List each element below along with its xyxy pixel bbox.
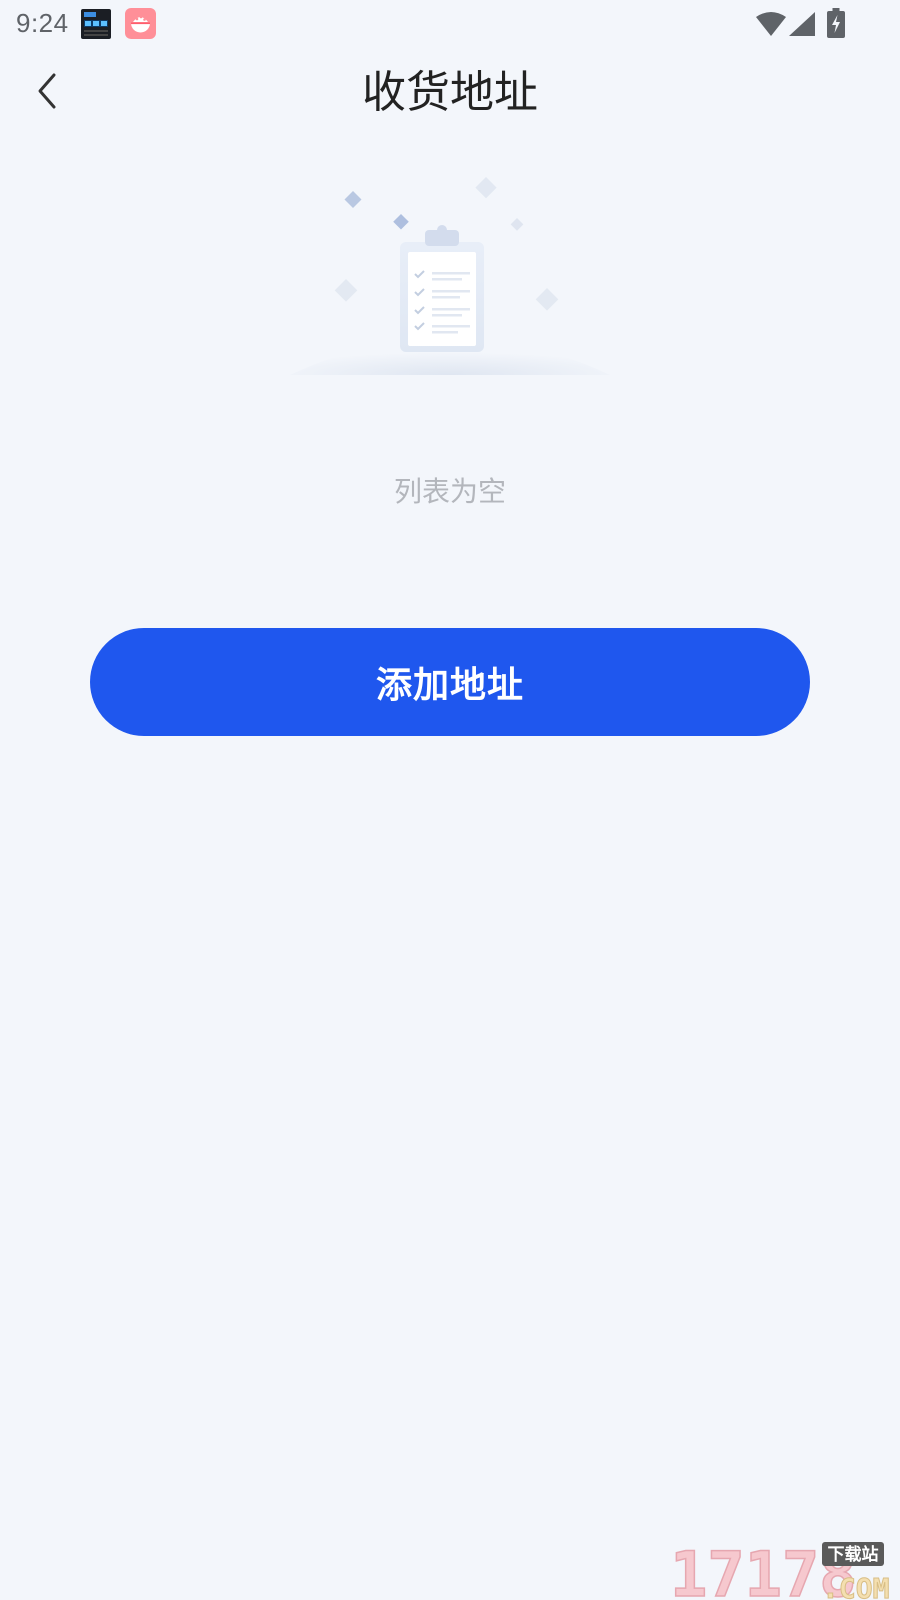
wifi-icon [756, 12, 786, 36]
sparkle-diamond [510, 218, 524, 231]
rice-bowl-app-icon [125, 8, 156, 39]
site-watermark-logo: 17178 下载站 .COM [672, 1538, 890, 1600]
battery-charging-icon [827, 8, 845, 38]
status-time: 9:24 [16, 8, 69, 38]
sparkle-diamond [393, 214, 409, 230]
sparkle-diamond [344, 191, 362, 208]
watermark-domain: .COM [822, 1572, 889, 1600]
clipboard-checklist-illustration [290, 177, 610, 375]
add-address-button[interactable]: 添加地址 [90, 628, 810, 736]
page-title: 收货地址 [362, 67, 538, 118]
watermark-tag: 下载站 [828, 1544, 879, 1565]
sparkle-diamond [535, 288, 559, 311]
status-bar: 9:24 [0, 0, 900, 48]
sparkle-diamond [334, 279, 358, 302]
cellular-signal-icon [789, 12, 815, 36]
clock-widget-app-icon [81, 9, 111, 39]
sparkle-diamond [475, 177, 497, 199]
empty-state-message: 列表为空 [393, 475, 506, 508]
